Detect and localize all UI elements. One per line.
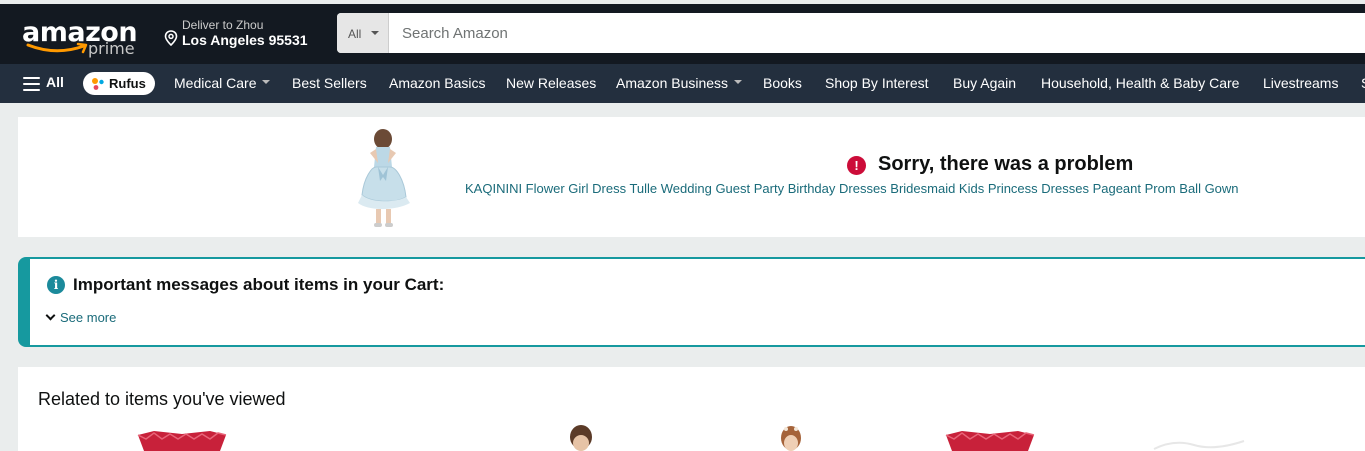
product-image[interactable] [340, 123, 426, 229]
search-department-select[interactable]: All [337, 13, 389, 53]
related-product-image[interactable] [1144, 425, 1254, 451]
location-pin-icon [164, 30, 178, 46]
search-department-label: All [348, 27, 362, 41]
related-product-image[interactable] [134, 425, 230, 451]
nav-item-truncated[interactable]: S [1361, 75, 1365, 91]
top-header: amazon prime Deliver to Zhou Los Angeles… [0, 0, 1365, 64]
chevron-down-icon [45, 310, 56, 321]
rufus-button[interactable]: Rufus [83, 72, 155, 95]
smile-arrow-icon [26, 42, 88, 54]
top-strip [0, 0, 1365, 4]
nav-item-shop-by-interest[interactable]: Shop By Interest [825, 75, 929, 91]
related-items-title: Related to items you've viewed [38, 389, 286, 409]
deliver-to-label: Deliver to Zhou [182, 18, 264, 32]
rufus-icon [92, 78, 104, 90]
related-product-image[interactable] [564, 425, 598, 451]
alert-icon: ! [847, 156, 866, 175]
problem-heading-text: Sorry, there was a problem [878, 153, 1134, 175]
all-menu-label: All [46, 74, 64, 90]
related-product-image[interactable] [942, 425, 1038, 451]
search-bar: All [337, 13, 1365, 53]
nav-item-medical-care[interactable]: Medical Care [174, 75, 271, 91]
nav-item-best-sellers[interactable]: Best Sellers [292, 75, 367, 91]
related-items-section: Related to items you've viewed [18, 367, 1365, 451]
search-input[interactable] [389, 13, 1365, 53]
nav-item-livestreams[interactable]: Livestreams [1263, 75, 1338, 91]
problem-panel: ! Sorry, there was a problem KAQININI Fl… [18, 117, 1365, 237]
logo-prime: prime [88, 39, 135, 58]
nav-item-label: Amazon Business [616, 75, 729, 91]
nav-bar: All Rufus Medical Care Best Sellers Amaz… [0, 64, 1365, 103]
deliver-location: Los Angeles 95531 [182, 32, 308, 48]
rufus-label: Rufus [109, 76, 146, 91]
caret-down-icon [262, 80, 271, 85]
info-icon: i [47, 276, 65, 294]
nav-item-buy-again[interactable]: Buy Again [953, 75, 1016, 91]
cart-messages-title: Important messages about items in your C… [73, 275, 445, 294]
amazon-prime-logo[interactable]: amazon prime [20, 17, 140, 58]
nav-item-household-health[interactable]: Household, Health & Baby Care [1041, 75, 1239, 91]
see-more-label: See more [60, 310, 117, 325]
product-title-link[interactable]: KAQININI Flower Girl Dress Tulle Wedding… [465, 181, 1239, 196]
caret-down-icon [371, 31, 379, 35]
problem-heading: ! Sorry, there was a problem [847, 153, 1134, 176]
see-more-link[interactable]: See more [45, 310, 117, 325]
nav-item-books[interactable]: Books [763, 75, 802, 91]
hamburger-icon [23, 77, 40, 91]
related-product-image[interactable] [774, 425, 808, 451]
nav-item-label: Medical Care [174, 75, 257, 91]
nav-item-amazon-business[interactable]: Amazon Business [616, 75, 743, 91]
nav-item-new-releases[interactable]: New Releases [506, 75, 596, 91]
caret-down-icon [734, 80, 743, 85]
nav-item-amazon-basics[interactable]: Amazon Basics [389, 75, 485, 91]
cart-messages-box: i Important messages about items in your… [18, 257, 1365, 347]
